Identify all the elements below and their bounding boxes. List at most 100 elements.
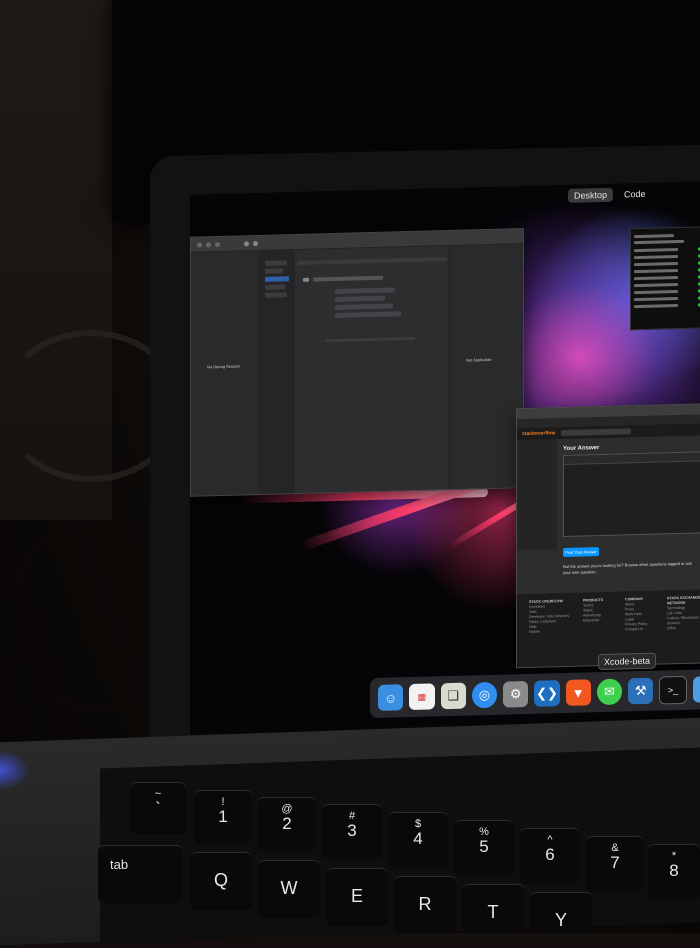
- stop-icon[interactable]: [253, 240, 258, 246]
- key-top: *: [671, 850, 677, 862]
- nav-row-selected[interactable]: [265, 276, 289, 282]
- footer-link[interactable]: Technology: [667, 606, 685, 610]
- footer-link[interactable]: Culture / Recreation: [667, 615, 699, 620]
- menubar-segment-code[interactable]: Code: [618, 187, 652, 202]
- vscode-icon[interactable]: ❮❯: [534, 680, 560, 707]
- footer-column: STACK EXCHANGE NETWORK Technology Life /…: [667, 595, 700, 631]
- key-6[interactable]: ^ 6: [520, 828, 580, 884]
- footer-link[interactable]: Privacy Policy: [625, 622, 647, 627]
- footer-link[interactable]: Enterprise: [583, 618, 599, 622]
- footer-link[interactable]: Teams: [583, 603, 594, 607]
- key-t[interactable]: T: [462, 884, 524, 933]
- key-backtick[interactable]: ~ `: [130, 782, 186, 834]
- key-r[interactable]: R: [394, 876, 456, 933]
- profile-field[interactable]: [335, 303, 393, 311]
- footer-link[interactable]: Life / Arts: [667, 611, 682, 615]
- key-4[interactable]: $4: [388, 812, 448, 868]
- footer-column: PRODUCTS Teams Talent Advertising Enterp…: [583, 598, 603, 624]
- nav-row[interactable]: [265, 284, 285, 290]
- menubar-segment-desktop[interactable]: Desktop: [568, 187, 614, 203]
- calendar-icon[interactable]: ▦: [409, 683, 435, 711]
- terminal-window[interactable]: [630, 226, 700, 331]
- footer-column: COMPANY About Press Work Here Legal Priv…: [625, 597, 647, 633]
- footer-link[interactable]: Press: [625, 607, 634, 611]
- key-w[interactable]: W: [258, 860, 320, 918]
- editor-tabs[interactable]: [297, 257, 447, 266]
- dock-tooltip: Xcode-beta: [598, 652, 657, 671]
- close-icon[interactable]: [197, 241, 202, 248]
- key-top: ~: [154, 788, 162, 800]
- key-7[interactable]: & 7: [586, 836, 644, 892]
- footer-link[interactable]: Developer Jobs Directory: [529, 614, 569, 619]
- messages-icon[interactable]: ✉: [596, 678, 623, 706]
- simulator-icon[interactable]: ▢: [692, 675, 700, 703]
- key-top: !: [221, 796, 225, 808]
- footer-link[interactable]: About: [625, 602, 634, 606]
- terminal-line: [634, 269, 678, 274]
- checkbox[interactable]: [303, 277, 309, 282]
- key-top: $: [414, 818, 422, 830]
- dock: ☺ ▦ ❏ ◎ ⚙ ❮❯ ▼ ✉ ⚒ >_ ▢: [370, 668, 700, 719]
- footer-link[interactable]: Other: [667, 626, 676, 630]
- key-3[interactable]: #3: [322, 804, 382, 859]
- nav-row[interactable]: [265, 260, 287, 266]
- answer-editor[interactable]: [563, 451, 700, 538]
- footer-link[interactable]: Contact Us: [625, 627, 643, 631]
- inspector-status: Not Applicable: [466, 356, 492, 363]
- key-tab[interactable]: tab: [98, 845, 182, 903]
- nav-row[interactable]: [265, 292, 287, 298]
- key-2[interactable]: @2: [258, 797, 316, 851]
- debug-status: No Debug Session: [207, 363, 241, 370]
- minimize-icon[interactable]: [206, 241, 211, 247]
- play-icon[interactable]: [244, 240, 249, 246]
- footer-link[interactable]: Science: [667, 621, 680, 625]
- footer-link[interactable]: Advertising: [583, 613, 601, 617]
- key-8[interactable]: * 8: [648, 844, 700, 900]
- terminal-line: [634, 255, 678, 260]
- footer-link[interactable]: Legal: [625, 617, 634, 621]
- footer-column-title: STACK EXCHANGE NETWORK: [667, 595, 700, 606]
- footer-column: STACK OVERFLOW Questions Jobs Developer …: [529, 599, 569, 635]
- xcode-window[interactable]: No Debug Session Not Applicable: [190, 228, 524, 497]
- key-q[interactable]: Q: [190, 852, 252, 910]
- terminal-line: [634, 239, 684, 245]
- footer-link[interactable]: Work Here: [625, 612, 642, 616]
- terminal-line: [634, 283, 678, 288]
- key-bottom: 6: [545, 845, 555, 864]
- team-field[interactable]: [335, 287, 395, 295]
- safari-icon[interactable]: ◎: [471, 681, 498, 709]
- answer-heading: Your Answer: [563, 445, 600, 453]
- post-answer-button[interactable]: Post Your Answer: [563, 547, 599, 558]
- footer-hint: [325, 336, 415, 343]
- footer-link[interactable]: Talent: [583, 608, 593, 612]
- key-top: ^: [547, 834, 553, 846]
- key-top: %: [479, 826, 489, 838]
- footer-link[interactable]: Questions: [529, 605, 545, 609]
- footer-link[interactable]: Help: [529, 625, 536, 629]
- key-5[interactable]: % 5: [454, 820, 514, 876]
- certificate-field[interactable]: [335, 311, 401, 319]
- terminal-line: [634, 276, 678, 281]
- bundle-field[interactable]: [335, 295, 385, 303]
- key-1[interactable]: ! 1: [194, 790, 252, 844]
- xcode-icon[interactable]: ⚒: [628, 677, 654, 705]
- finder-icon[interactable]: ☺: [378, 684, 404, 711]
- brave-icon[interactable]: ▼: [565, 679, 591, 706]
- key-bottom: 8: [669, 861, 679, 880]
- browser-window[interactable]: stackoverflow Your Answer Post Your Answ…: [516, 403, 700, 669]
- footer-link[interactable]: Mobile: [529, 630, 540, 634]
- footer-link[interactable]: Salary Calculator: [529, 619, 556, 624]
- system-preferences-icon[interactable]: ⚙: [503, 680, 529, 708]
- key-bottom: `: [155, 799, 161, 818]
- footer-link[interactable]: Jobs: [529, 610, 537, 614]
- nav-row[interactable]: [265, 268, 283, 274]
- stackoverflow-logo[interactable]: stackoverflow: [522, 430, 555, 437]
- search-input[interactable]: [561, 428, 632, 437]
- zoom-icon[interactable]: [215, 241, 220, 247]
- terminal-line: [634, 248, 678, 253]
- terminal-icon[interactable]: >_: [659, 675, 687, 705]
- preview-icon[interactable]: ❏: [440, 682, 466, 710]
- editor-toolbar[interactable]: [564, 452, 700, 466]
- key-y[interactable]: Y: [530, 892, 592, 933]
- key-e[interactable]: E: [326, 868, 388, 926]
